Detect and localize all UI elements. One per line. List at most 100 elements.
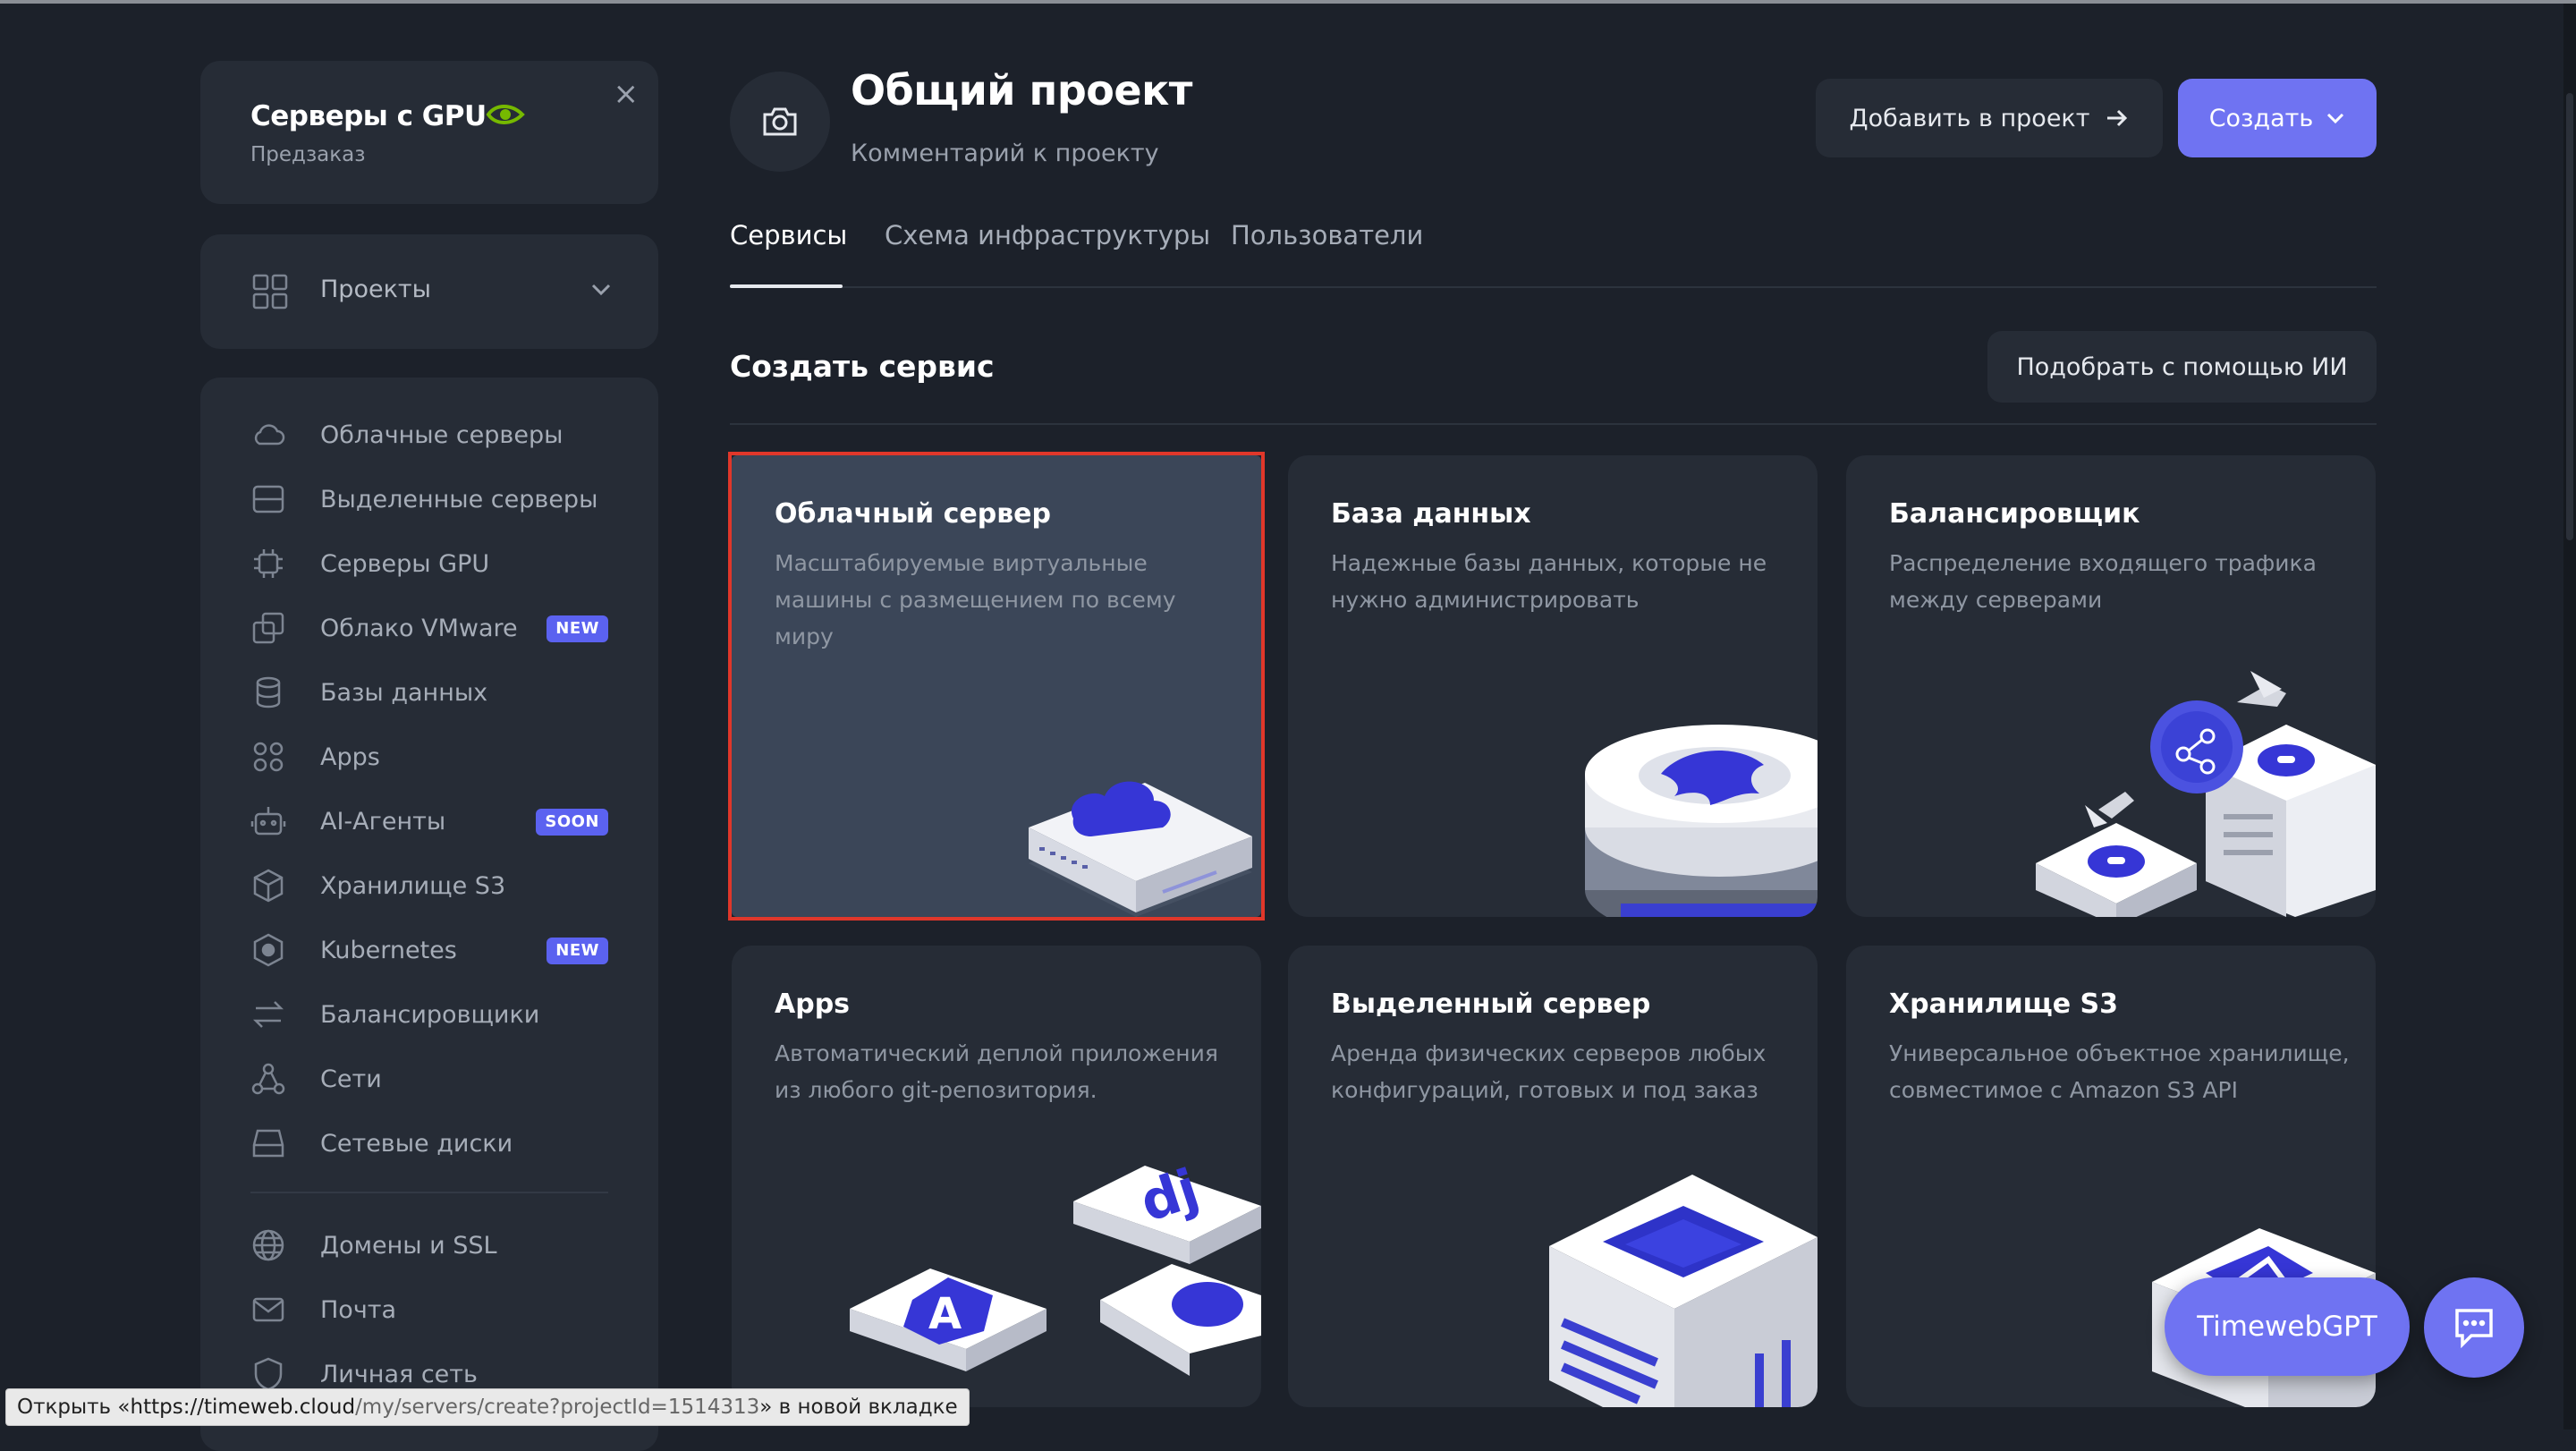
active-tab-indicator bbox=[730, 284, 843, 288]
sidebar-nav: Облачные серверы Выделенные серверы Серв… bbox=[200, 378, 658, 1451]
ai-pick-button[interactable]: Подобрать с помощью ИИ bbox=[1987, 331, 2377, 403]
sidebar-item-network-disks[interactable]: Сетевые диски bbox=[250, 1120, 608, 1167]
sidebar-item-databases[interactable]: Базы данных bbox=[250, 669, 608, 716]
sidebar-item-domains[interactable]: Домены и SSL bbox=[250, 1222, 608, 1269]
projects-label: Проекты bbox=[320, 276, 431, 303]
sidebar-item-kubernetes[interactable]: Kubernetes NEW bbox=[250, 927, 608, 973]
database-illustration bbox=[1585, 725, 1818, 917]
service-title: Apps bbox=[775, 989, 851, 1020]
service-description: Распределение входящего трафика между се… bbox=[1889, 550, 2317, 613]
cloud-server-illustration bbox=[1029, 781, 1252, 917]
link-status-tooltip: Открыть «https://timeweb.cloud/my/server… bbox=[5, 1388, 970, 1426]
arrows-icon bbox=[250, 997, 286, 1032]
new-badge: NEW bbox=[547, 615, 608, 642]
create-label: Создать bbox=[2208, 104, 2314, 132]
sidebar-item-s3[interactable]: Хранилище S3 bbox=[250, 862, 608, 909]
section-divider bbox=[730, 423, 2377, 425]
sidebar-item-label: Сети bbox=[320, 1065, 382, 1093]
sidebar-item-label: Kubernetes bbox=[320, 936, 457, 964]
status-url-path: /my/servers/create?projectId=1514313 bbox=[355, 1396, 760, 1419]
sidebar-item-label: AI-Агенты bbox=[320, 807, 446, 836]
service-title: Облачный сервер bbox=[775, 498, 1051, 530]
sidebar-item-mail[interactable]: Почта bbox=[250, 1286, 608, 1333]
service-title: Хранилище S3 bbox=[1889, 989, 2119, 1020]
projects-dropdown[interactable]: Проекты bbox=[200, 234, 658, 349]
cloud-icon bbox=[250, 417, 286, 453]
tab-infrastructure[interactable]: Схема инфраструктуры bbox=[885, 220, 1210, 250]
sidebar-item-label: Облачные серверы bbox=[320, 420, 564, 449]
chip-icon bbox=[250, 546, 286, 581]
page-title: Общий проект bbox=[851, 66, 1192, 115]
tab-users[interactable]: Пользователи bbox=[1231, 220, 1423, 250]
tab-services[interactable]: Сервисы bbox=[730, 220, 847, 250]
service-card-cloud-server[interactable]: Облачный сервер Масштабируемые виртуальн… bbox=[732, 455, 1261, 917]
page-scrollbar[interactable] bbox=[2563, 4, 2576, 1430]
sidebar-item-label: Личная сеть bbox=[320, 1360, 478, 1388]
add-to-project-button[interactable]: Добавить в проект bbox=[1816, 79, 2163, 157]
sidebar-item-dedicated-servers[interactable]: Выделенные серверы bbox=[250, 476, 608, 522]
database-icon bbox=[250, 675, 286, 710]
sidebar-divider bbox=[250, 1192, 608, 1193]
tabs-divider bbox=[730, 286, 2377, 288]
robot-icon bbox=[250, 803, 286, 839]
sidebar-item-label: Домены и SSL bbox=[320, 1231, 497, 1260]
balancer-illustration bbox=[2036, 671, 2376, 917]
service-description: Масштабируемые виртуальные машины с разм… bbox=[775, 550, 1176, 649]
service-description: Надежные базы данных, которые не нужно а… bbox=[1331, 550, 1767, 613]
disk-icon bbox=[250, 1125, 286, 1161]
sidebar-item-label: Хранилище S3 bbox=[320, 871, 506, 900]
chat-support-button[interactable] bbox=[2424, 1277, 2524, 1378]
service-card-balancer[interactable]: Балансировщик Распределение входящего тр… bbox=[1846, 455, 2376, 917]
apps-icon bbox=[250, 739, 286, 775]
soon-badge: SOON bbox=[536, 809, 608, 836]
chat-icon bbox=[2455, 1309, 2493, 1348]
add-to-project-label: Добавить в проект bbox=[1849, 104, 2090, 132]
service-title: База данных bbox=[1331, 498, 1531, 530]
create-button[interactable]: Создать bbox=[2178, 79, 2377, 157]
mail-icon bbox=[250, 1292, 286, 1328]
status-suffix: » в новой вкладке bbox=[759, 1396, 958, 1419]
sidebar-item-label: Балансировщики bbox=[320, 1000, 540, 1029]
sidebar-item-vmware[interactable]: Облако VMware NEW bbox=[250, 605, 608, 651]
sidebar-item-label: Почта bbox=[320, 1295, 397, 1324]
shield-icon bbox=[250, 1356, 286, 1392]
apps-illustration: dj A bbox=[850, 1158, 1261, 1376]
service-card-dedicated-server[interactable]: Выделенный сервер Аренда физических серв… bbox=[1288, 946, 1818, 1407]
globe-icon bbox=[250, 1227, 286, 1263]
sidebar-item-gpu-servers[interactable]: Серверы GPU bbox=[250, 540, 608, 587]
service-title: Балансировщик bbox=[1889, 498, 2140, 530]
service-title: Выделенный сервер bbox=[1331, 989, 1651, 1020]
sidebar-item-balancers[interactable]: Балансировщики bbox=[250, 991, 608, 1038]
sidebar-item-label: Базы данных bbox=[320, 678, 488, 707]
network-icon bbox=[250, 1061, 286, 1097]
gpu-banner-title: Серверы с GPU bbox=[250, 100, 487, 132]
sidebar-item-cloud-servers[interactable]: Облачные серверы bbox=[250, 412, 608, 458]
project-avatar[interactable] bbox=[730, 72, 830, 172]
service-card-apps[interactable]: Apps Автоматический деплой приложения из… bbox=[732, 946, 1261, 1407]
scrollbar-thumb[interactable] bbox=[2566, 93, 2573, 540]
arrow-right-icon bbox=[2107, 109, 2128, 127]
status-url-host: https://timeweb.cloud bbox=[130, 1396, 356, 1419]
browser-top-edge bbox=[0, 0, 2576, 4]
gpu-promo-banner[interactable]: Серверы с GPU Предзаказ × bbox=[200, 61, 658, 204]
sidebar-item-label: Облако VMware bbox=[320, 614, 518, 642]
dedicated-server-illustration bbox=[1549, 1175, 1818, 1407]
svg-text:A: A bbox=[928, 1289, 962, 1339]
close-icon[interactable]: × bbox=[614, 79, 640, 109]
service-description: Аренда физических серверов любых конфигу… bbox=[1331, 1040, 1767, 1103]
service-description: Автоматический деплой приложения из любо… bbox=[775, 1040, 1218, 1103]
sidebar-item-ai-agents[interactable]: AI-Агенты SOON bbox=[250, 798, 608, 844]
sidebar-item-label: Серверы GPU bbox=[320, 549, 490, 578]
project-comment[interactable]: Комментарий к проекту bbox=[851, 140, 1159, 167]
vmware-icon bbox=[250, 610, 286, 646]
cube-icon bbox=[250, 868, 286, 904]
timeweb-gpt-button[interactable]: TimewebGPT bbox=[2165, 1277, 2410, 1376]
sidebar-item-apps[interactable]: Apps bbox=[250, 734, 608, 780]
new-badge: NEW bbox=[547, 938, 608, 964]
sidebar-item-networks[interactable]: Сети bbox=[250, 1056, 608, 1102]
kubernetes-icon bbox=[250, 932, 286, 968]
service-card-database[interactable]: База данных Надежные базы данных, которы… bbox=[1288, 455, 1818, 917]
service-description: Универсальное объектное хранилище, совме… bbox=[1889, 1040, 2350, 1103]
status-prefix: Открыть « bbox=[17, 1396, 131, 1419]
sidebar-item-label: Apps bbox=[320, 742, 380, 771]
